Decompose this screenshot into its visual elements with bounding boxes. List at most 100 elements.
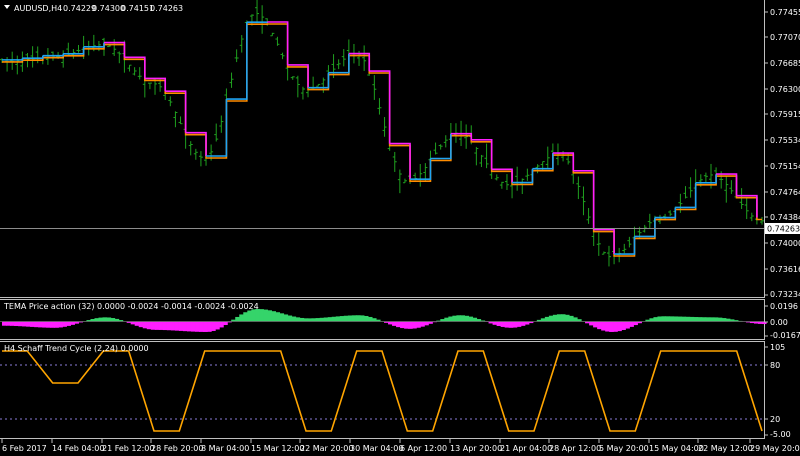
tema-histogram-bar	[307, 318, 313, 322]
time-label: 6 Apr 12:00	[400, 444, 447, 453]
tema-histogram-bar	[263, 309, 268, 322]
tema-histogram-bar	[339, 316, 345, 322]
tema-histogram-bar	[500, 321, 506, 327]
current-price-value: 0.74263	[767, 225, 800, 234]
tema-histogram-bar	[295, 317, 301, 322]
price-level: 0.77455	[770, 8, 800, 17]
tema-histogram-bar	[388, 321, 393, 325]
schaff-trend-cycle-pane[interactable]: H4 Schaff Trend Cycle (2,24) 0.0000 105 …	[0, 341, 791, 439]
stc-level: 105	[770, 343, 785, 352]
tema-scale: 0.0196 0.00 -0.0167	[764, 302, 800, 340]
price-level: 0.74764	[770, 188, 800, 197]
tema-histogram-bar	[721, 318, 727, 322]
tema-histogram-bar	[291, 316, 297, 322]
tema-histogram-bar	[199, 321, 204, 332]
tema-histogram-bar	[701, 317, 707, 322]
tema-histogram-bar	[673, 316, 679, 322]
tema-histogram-bar	[62, 321, 67, 327]
tema-histogram-bar	[186, 321, 192, 332]
tema-histogram-bar	[259, 309, 264, 322]
tema-histogram-bar	[705, 317, 711, 322]
tema-histogram-bar	[102, 317, 108, 322]
tema-histogram-bar	[178, 321, 184, 331]
price-level: 0.74384	[770, 213, 800, 222]
tema-histogram-bar	[456, 315, 461, 322]
tema-histogram-bar	[215, 321, 220, 330]
price-level: 0.75154	[770, 162, 800, 171]
tema-histogram-bar	[315, 318, 321, 322]
tema-histogram-bar	[685, 316, 691, 322]
tema-histogram-bar	[657, 316, 663, 322]
tema-histogram-bar	[589, 321, 594, 326]
tema-histogram-bar	[327, 317, 333, 322]
current-price-tag: 0.74263	[765, 223, 800, 234]
tema-histogram-bar	[38, 321, 43, 328]
main-price-pane[interactable]: AUDUSD,H4 0.74229 0.74300 0.74151 0.7426…	[0, 0, 800, 299]
tema-histogram-bar	[420, 321, 425, 327]
tema-histogram-bar	[665, 316, 671, 322]
tema-histogram-bar	[524, 321, 530, 325]
tema-histogram-bar	[649, 318, 655, 322]
tema-histogram	[0, 308, 767, 332]
tema-histogram-bar	[540, 318, 546, 322]
tema-histogram-bar	[560, 314, 566, 322]
tema-histogram-bar	[717, 317, 723, 322]
time-axis[interactable]: 6 Feb 2017 14 Feb 04:00 21 Feb 12:00 28 …	[1, 439, 800, 453]
tema-histogram-bar	[617, 321, 622, 332]
tema-histogram-bar	[110, 318, 116, 322]
tema-histogram-bar	[203, 321, 208, 332]
tema-histogram-bar	[130, 321, 136, 325]
tema-histogram-bar	[496, 321, 502, 327]
tema-histogram-bar	[629, 321, 634, 327]
tema-histogram-bar	[396, 321, 401, 328]
tema-histogram-bar	[568, 315, 574, 322]
tema-histogram-bar	[46, 321, 51, 328]
time-label: 15 May 04:00	[649, 444, 704, 453]
tema-histogram-bar	[243, 312, 248, 322]
tema-histogram-bar	[601, 321, 606, 331]
tema-histogram-bar	[633, 321, 638, 326]
tema-price-action-pane[interactable]: TEMA Price action (32) 0.0000 -0.0024 -0…	[0, 299, 800, 340]
tema-histogram-bar	[512, 321, 518, 328]
tema-histogram-bar	[303, 318, 309, 322]
tema-histogram-bar	[371, 318, 377, 322]
tema-histogram-bar	[211, 321, 216, 331]
tema-histogram-bar	[605, 321, 610, 332]
tema-histogram-bar	[323, 317, 329, 322]
tema-histogram-bar	[66, 321, 71, 326]
price-level: 0.75915	[770, 110, 800, 119]
tema-histogram-bar	[14, 321, 19, 327]
price-level: 0.76685	[770, 59, 800, 68]
time-label: 15 Mar 12:00	[251, 444, 304, 453]
tema-histogram-bar	[653, 317, 659, 322]
tema-histogram-bar	[564, 314, 570, 322]
price-level: 0.75534	[770, 136, 800, 145]
tema-histogram-bar	[6, 321, 11, 326]
tema-histogram-bar	[54, 321, 59, 328]
tema-histogram-bar	[468, 316, 474, 322]
tema-histogram-bar	[444, 317, 449, 322]
tema-histogram-bar	[544, 316, 550, 322]
tema-histogram-bar	[476, 319, 482, 322]
tema-level: -0.0167	[770, 331, 800, 340]
tema-histogram-bar	[223, 321, 228, 326]
price-level: 0.73234	[770, 290, 800, 299]
price-level: 0.73616	[770, 265, 800, 274]
tema-histogram-bar	[552, 314, 558, 322]
tema-histogram-bar	[669, 316, 675, 322]
tema-histogram-bar	[158, 321, 164, 330]
tema-histogram-bar	[681, 316, 687, 322]
time-label: 6 Feb 2017	[2, 444, 47, 453]
tema-histogram-bar	[363, 315, 369, 322]
tema-histogram-bar	[166, 321, 172, 331]
price-level: 0.77070	[770, 33, 800, 42]
time-label: 28 Apr 12:00	[549, 444, 601, 453]
tema-histogram-bar	[50, 321, 55, 328]
tema-histogram-bar	[335, 316, 341, 322]
time-label: 29 May 20:00	[750, 444, 800, 453]
tema-histogram-bar	[689, 316, 695, 322]
tema-histogram-bar	[299, 317, 305, 322]
tema-histogram-bar	[30, 321, 35, 327]
tema-histogram-bar	[697, 317, 703, 322]
tema-histogram-bar	[520, 321, 526, 326]
